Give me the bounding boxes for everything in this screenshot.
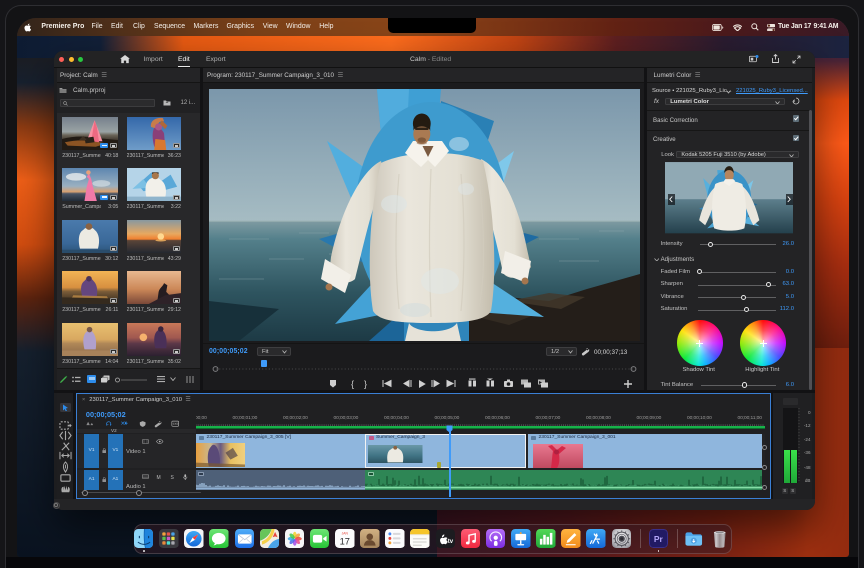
svg-text:tv: tv [447,538,453,544]
svg-text:JAN: JAN [342,531,349,535]
svg-text:17: 17 [340,536,350,546]
svg-text:{: { [351,379,354,389]
svg-text:}: } [364,379,367,389]
